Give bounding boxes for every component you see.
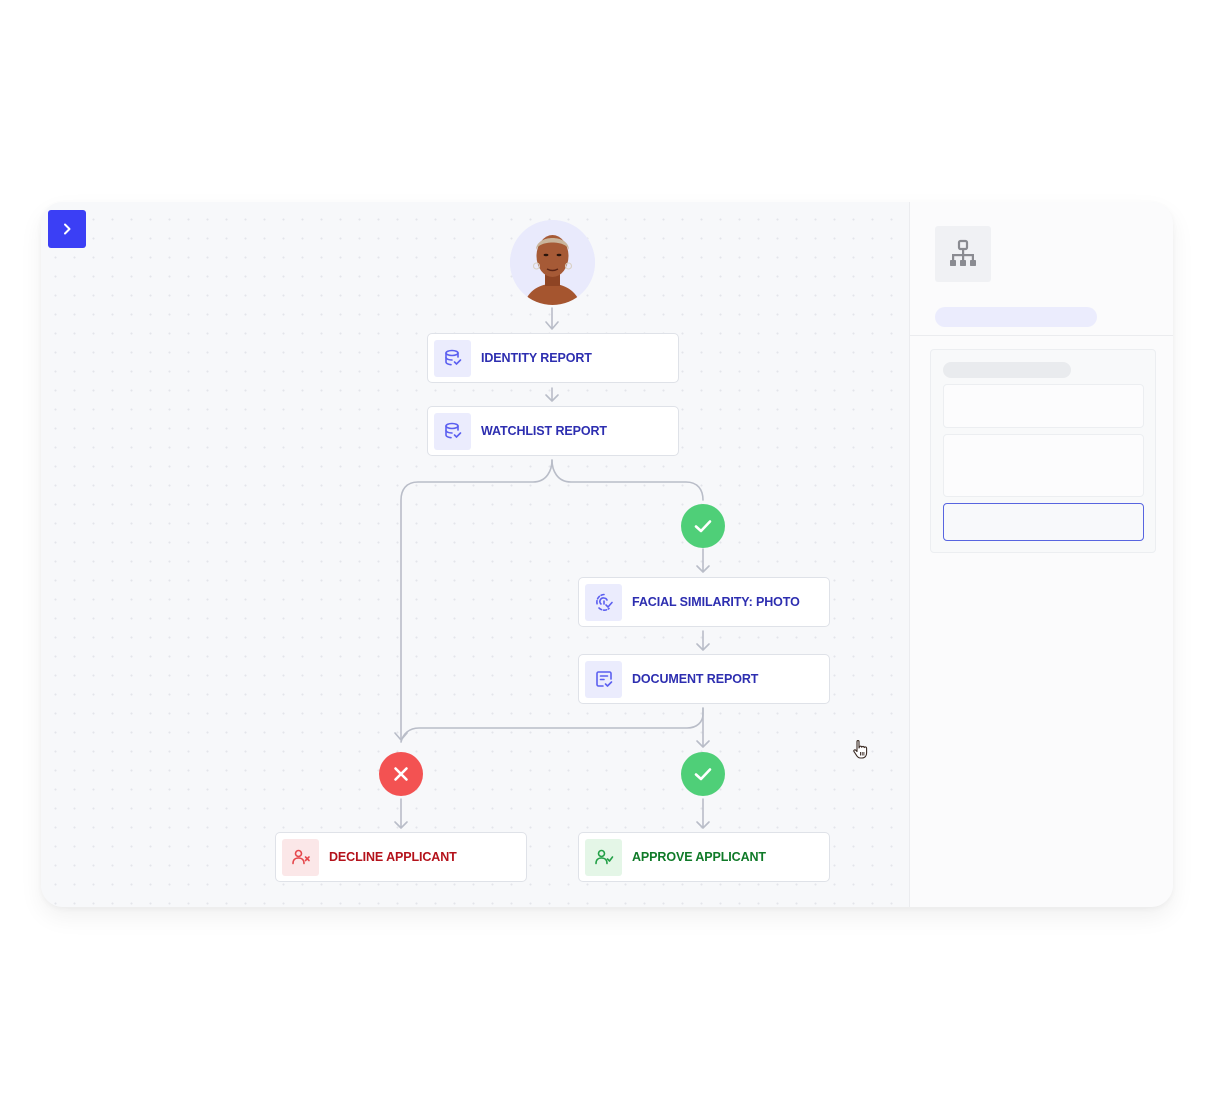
status-pass-badge <box>681 504 725 548</box>
workflow-hierarchy-icon <box>950 239 976 266</box>
edge-watchlist-branch-left <box>394 459 553 741</box>
node-label: IDENTITY REPORT <box>481 351 592 365</box>
edge-facial-document <box>696 630 710 651</box>
x-icon <box>394 767 408 781</box>
edge-document-decline-merge <box>400 707 704 743</box>
panel-form-card <box>930 349 1156 553</box>
user-x-icon <box>291 849 310 865</box>
applicant-avatar[interactable] <box>510 220 595 305</box>
side-panel <box>909 202 1173 907</box>
toggle-sidebar-button[interactable] <box>48 210 86 248</box>
workflow-canvas[interactable]: IDENTITY REPORT WATCHLIST REPORT FACIAL … <box>41 202 909 907</box>
node-watchlist-report[interactable]: WATCHLIST REPORT <box>427 406 679 456</box>
node-facial-similarity[interactable]: FACIAL SIMILARITY: PHOTO <box>578 577 830 627</box>
edge-identity-watchlist <box>545 387 559 402</box>
node-label: DOCUMENT REPORT <box>632 672 759 686</box>
face-scan-check-icon <box>595 593 613 611</box>
workflow-builder-window: IDENTITY REPORT WATCHLIST REPORT FACIAL … <box>41 202 1173 907</box>
workflow-edges <box>394 307 710 829</box>
database-check-icon <box>444 349 461 366</box>
check-icon <box>694 520 712 533</box>
form-field-3-focused[interactable] <box>943 503 1144 541</box>
panel-divider <box>910 335 1173 336</box>
edge-watchlist-branch-right <box>551 459 704 501</box>
node-label: WATCHLIST REPORT <box>481 424 607 438</box>
form-title-placeholder <box>943 362 1071 378</box>
node-identity-report[interactable]: IDENTITY REPORT <box>427 333 679 383</box>
node-document-report[interactable]: DOCUMENT REPORT <box>578 654 830 704</box>
applicant-portrait <box>510 220 595 305</box>
edge-fail-decline <box>394 798 408 829</box>
user-check-icon <box>594 849 613 865</box>
node-decline-applicant[interactable]: DECLINE APPLICANT <box>275 832 527 882</box>
status-fail-badge <box>379 752 423 796</box>
node-label: DECLINE APPLICANT <box>329 850 457 864</box>
node-label: APPROVE APPLICANT <box>632 850 766 864</box>
check-icon <box>694 768 712 781</box>
form-field-2[interactable] <box>943 434 1144 497</box>
status-pass-badge <box>681 752 725 796</box>
edge-pass-approve <box>696 798 710 829</box>
workflow-icon-tile <box>935 226 991 282</box>
edge-pass-facial <box>696 548 710 573</box>
chevron-right-icon <box>64 223 71 235</box>
hand-pointer-icon <box>853 740 868 759</box>
edge-avatar-identity <box>545 307 559 330</box>
form-field-1[interactable] <box>943 384 1144 428</box>
node-label: FACIAL SIMILARITY: PHOTO <box>632 595 800 609</box>
panel-title-placeholder <box>935 307 1097 327</box>
database-check-icon <box>444 422 461 439</box>
node-approve-applicant[interactable]: APPROVE APPLICANT <box>578 832 830 882</box>
document-check-icon <box>595 671 612 687</box>
